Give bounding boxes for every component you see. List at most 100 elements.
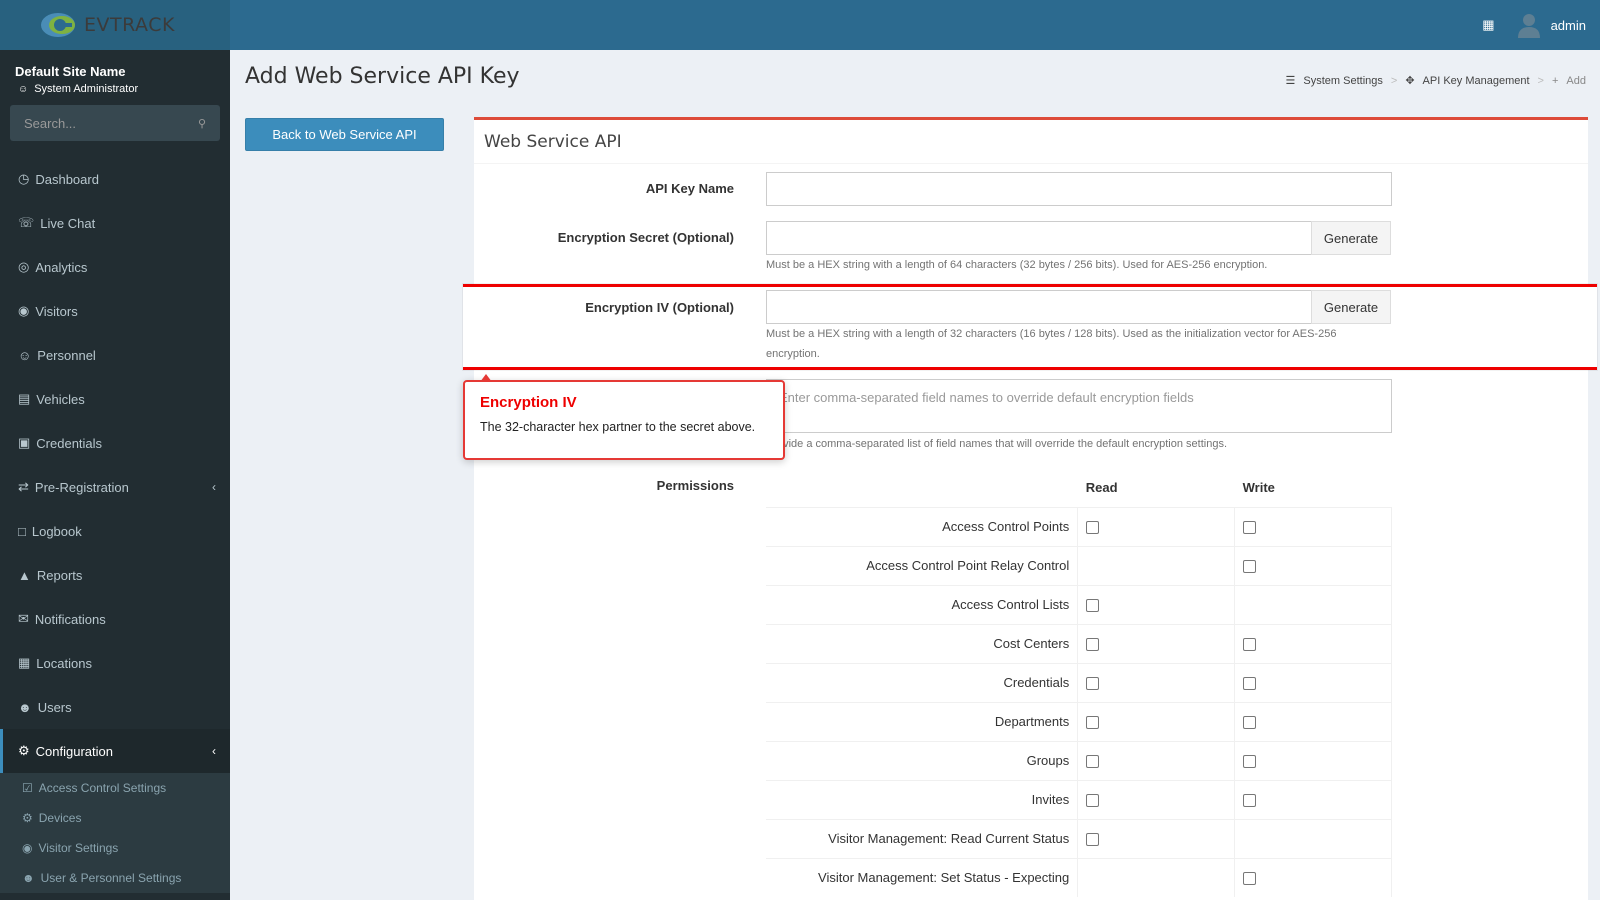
permissions-header-row: Read Write xyxy=(766,468,1392,507)
write-checkbox[interactable] xyxy=(1243,677,1257,691)
submenu-item-access-control-settings[interactable]: ☑ Access Control Settings xyxy=(0,773,230,803)
evtrack-logo-icon xyxy=(41,13,75,37)
sidebar-item-label: Notifications xyxy=(34,611,106,627)
search-input[interactable]: Search... ⚲ xyxy=(10,105,220,141)
submenu-item-label: Visitor Settings xyxy=(38,841,119,855)
read-checkbox[interactable] xyxy=(1086,521,1100,535)
encryption-fields-textarea[interactable]: Enter comma-separated field names to ove… xyxy=(766,379,1392,433)
read-checkbox[interactable] xyxy=(1086,638,1100,652)
permission-read-cell xyxy=(1077,857,1236,897)
sidebar-item-analytics[interactable]: ◎ Analytics xyxy=(0,245,230,289)
sidebar-item-personnel[interactable]: ☺ Personnel xyxy=(0,333,230,377)
sidebar-item-credentials[interactable]: ▣ Credentials xyxy=(0,421,230,465)
sidebar-item-vehicles[interactable]: ▤ Vehicles xyxy=(0,377,230,421)
user-menu[interactable]: admin xyxy=(1517,12,1586,38)
permission-read-cell xyxy=(1077,701,1236,741)
sidebar-item-label: Pre-Registration xyxy=(34,479,129,495)
eye-icon: ◉ xyxy=(22,841,33,855)
car-icon: ▤ xyxy=(18,391,31,406)
permission-write-cell xyxy=(1234,545,1392,585)
building-icon[interactable]: ▦ xyxy=(1482,17,1494,33)
sidebar-item-configuration[interactable]: ⚙ Configuration ‹ xyxy=(0,729,230,773)
table-row: Credentials xyxy=(766,662,1392,702)
users-icon: ☻ xyxy=(18,699,32,715)
sidebar-item-dashboard[interactable]: ◷ Dashboard xyxy=(0,157,230,201)
encryption-iv-input[interactable] xyxy=(766,290,1312,324)
permission-name: Credentials xyxy=(766,662,1079,702)
generate-iv-button[interactable]: Generate xyxy=(1311,290,1391,324)
permission-name: Access Control Point Relay Control xyxy=(766,545,1079,585)
sidebar-item-live-chat[interactable]: ☏ Live Chat xyxy=(0,201,230,245)
sidebar-item-label: Visitors xyxy=(35,303,78,319)
tooltip-arrow xyxy=(480,374,492,382)
lock-icon: ☑ xyxy=(22,781,33,795)
table-row: Access Control Lists xyxy=(766,584,1392,624)
breadcrumb-api-key-management[interactable]: API Key Management xyxy=(1423,75,1530,87)
site-name: Default Site Name xyxy=(15,64,126,79)
sidebar-item-notifications[interactable]: ✉ Notifications xyxy=(0,597,230,641)
submenu-item-label: Devices xyxy=(38,811,82,825)
user-role: ☺ System Administrator xyxy=(0,79,230,95)
api-key-name-input[interactable] xyxy=(766,172,1392,206)
permission-write-cell xyxy=(1234,779,1392,819)
permission-write-cell xyxy=(1234,623,1392,663)
write-checkbox[interactable] xyxy=(1243,638,1257,652)
dashboard-icon: ◷ xyxy=(18,171,30,186)
sidebar-item-reports[interactable]: ▲ Reports xyxy=(0,553,230,597)
read-checkbox[interactable] xyxy=(1086,677,1100,691)
write-checkbox[interactable] xyxy=(1243,872,1257,886)
submenu-item-devices[interactable]: ⚙ Devices xyxy=(0,803,230,833)
sidebar-item-pre-registration[interactable]: ⇄ Pre-Registration ‹ xyxy=(0,465,230,509)
write-checkbox[interactable] xyxy=(1243,560,1257,574)
book-icon: □ xyxy=(18,523,26,539)
sidebar-item-label: Vehicles xyxy=(36,391,85,407)
logo[interactable]: EVTRACK xyxy=(0,0,230,50)
generate-secret-button[interactable]: Generate xyxy=(1311,221,1391,255)
arrows-icon: ✥ xyxy=(1405,75,1415,87)
submenu-item-visitor-settings[interactable]: ◉ Visitor Settings xyxy=(0,833,230,863)
write-checkbox[interactable] xyxy=(1243,755,1257,769)
permission-write-cell xyxy=(1234,506,1392,546)
breadcrumb-add: Add xyxy=(1566,74,1586,87)
sidebar-item-label: Reports xyxy=(36,567,83,583)
read-checkbox[interactable] xyxy=(1086,794,1100,808)
write-checkbox[interactable] xyxy=(1243,716,1257,730)
sidebar-item-users[interactable]: ☻ Users xyxy=(0,685,230,729)
permission-name: Invites xyxy=(766,779,1079,819)
write-checkbox[interactable] xyxy=(1243,521,1257,535)
sidebar-item-logbook[interactable]: □ Logbook xyxy=(0,509,230,553)
sidebar-item-locations[interactable]: ▦ Locations xyxy=(0,641,230,685)
breadcrumb-separator: > xyxy=(1390,74,1398,87)
write-checkbox[interactable] xyxy=(1243,794,1257,808)
sidebar-item-label: Analytics xyxy=(35,259,88,275)
read-checkbox[interactable] xyxy=(1086,833,1100,847)
submenu-item-label: Access Control Settings xyxy=(38,781,167,795)
top-navbar: EVTRACK ▦ admin xyxy=(0,0,1600,50)
permission-read-cell xyxy=(1077,584,1236,624)
permission-read-cell xyxy=(1077,662,1236,702)
back-to-web-service-api-button[interactable]: Back to Web Service API xyxy=(245,118,444,151)
comments-icon: ✉ xyxy=(18,611,29,626)
person-icon: ☺ xyxy=(18,83,29,95)
sidebar-item-visitors[interactable]: ◉ Visitors xyxy=(0,289,230,333)
search-icon[interactable]: ⚲ xyxy=(198,117,206,130)
api-key-name-label: API Key Name xyxy=(645,181,734,196)
read-checkbox[interactable] xyxy=(1086,755,1100,769)
permission-read-cell xyxy=(1077,506,1236,546)
read-checkbox[interactable] xyxy=(1086,716,1100,730)
permission-name: Access Control Points xyxy=(766,506,1079,546)
encryption-iv-tooltip: Encryption IV The 32-character hex partn… xyxy=(463,374,785,460)
chevron-left-icon: ‹ xyxy=(212,480,216,494)
read-checkbox[interactable] xyxy=(1086,599,1100,613)
sidebar-item-label: Live Chat xyxy=(40,215,96,231)
submenu-item-user-personnel-settings[interactable]: ☻ User & Personnel Settings xyxy=(0,863,230,893)
permission-name: Cost Centers xyxy=(766,623,1079,663)
permission-name: Departments xyxy=(766,701,1079,741)
encryption-secret-input[interactable] xyxy=(766,221,1312,255)
permission-read-cell xyxy=(1077,545,1236,585)
breadcrumb-system-settings[interactable]: System Settings xyxy=(1303,75,1382,87)
sidebar-menu: ◷ Dashboard ☏ Live Chat ◎ Analytics ◉ Visito… xyxy=(0,157,230,773)
read-header: Read xyxy=(1085,479,1118,495)
target-icon: ◎ xyxy=(18,259,30,274)
permission-name: Groups xyxy=(766,740,1079,780)
